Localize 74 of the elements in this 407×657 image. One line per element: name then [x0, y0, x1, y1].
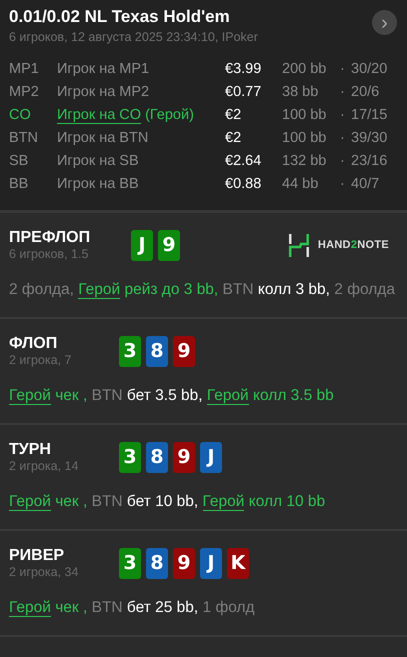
playing-card: 3 [119, 548, 141, 578]
player-stats: 20/6 [351, 83, 380, 102]
player-position: BTN [9, 129, 39, 148]
hand-subtitle: 6 игроков, 12 августа 2025 23:34:10, IPoker [9, 29, 258, 46]
hero-link[interactable]: Герой [206, 387, 249, 405]
player-stack: €0.88 [225, 175, 262, 194]
playing-card: J [131, 230, 153, 260]
playing-card: 8 [146, 336, 168, 366]
separator-dot: · [340, 129, 346, 148]
next-button[interactable]: › [372, 10, 397, 35]
separator-dot: · [340, 83, 346, 102]
player-link[interactable]: Игрок на CO [57, 107, 142, 124]
hero-link[interactable]: Герой [9, 387, 51, 405]
street-info: 2 игрока, 34 [9, 565, 80, 580]
player-position: MP1 [9, 60, 40, 79]
player-big-blinds: 200 bb [282, 60, 328, 79]
street-name: ФЛОП [9, 334, 58, 353]
hero-tag: (Герой) [145, 107, 194, 123]
street-name: РИВЕР [9, 546, 66, 565]
player-stack: €3.99 [225, 60, 262, 79]
player-name: Игрок на BB [57, 176, 139, 192]
playing-card: 9 [173, 336, 195, 366]
player-stats: 17/15 [351, 106, 388, 125]
player-stats: 23/16 [351, 152, 388, 171]
player-big-blinds: 132 bb [282, 152, 328, 171]
separator-dot: · [340, 175, 346, 194]
hero-link[interactable]: Герой [9, 599, 51, 617]
separator-dot: · [340, 106, 346, 125]
playing-card: 9 [173, 548, 195, 578]
player-name: Игрок на MP1 [57, 61, 150, 77]
playing-card: 3 [119, 336, 141, 366]
hero-link[interactable]: Герой [9, 493, 51, 511]
street-name: ПРЕФЛОП [9, 228, 92, 247]
player-stats: 39/30 [351, 129, 388, 148]
player-big-blinds: 44 bb [282, 175, 320, 194]
playing-card: J [200, 548, 222, 578]
player-position: SB [9, 152, 30, 171]
player-position: CO [9, 106, 32, 125]
playing-card: K [227, 548, 249, 578]
action-summary: Герой чек , BTN бет 25 bb, 1 фолд [9, 598, 256, 619]
separator-dot: · [340, 152, 346, 171]
hero-link[interactable]: Герой [202, 493, 244, 511]
player-position: BB [9, 175, 30, 194]
street-info: 6 игроков, 1.5 [9, 247, 90, 262]
player-stats: 40/7 [351, 175, 380, 194]
playing-card: 8 [146, 548, 168, 578]
player-big-blinds: 100 bb [282, 129, 328, 148]
logo-icon [288, 234, 310, 256]
player-name: Игрок на SB [57, 153, 139, 169]
hand-title: 0.01/0.02 NL Texas Hold'em [9, 6, 231, 28]
player-big-blinds: 100 bb [282, 106, 328, 125]
street-name: ТУРН [9, 440, 52, 459]
player-stack: €2 [225, 106, 242, 125]
player-name: Игрок на MP2 [57, 84, 150, 100]
playing-card: 8 [146, 442, 168, 472]
street-info: 2 игрока, 14 [9, 459, 80, 474]
street-info: 2 игрока, 7 [9, 353, 72, 368]
player-big-blinds: 38 bb [282, 83, 320, 102]
player-position: MP2 [9, 83, 40, 102]
action-summary: Герой чек , BTN бет 3.5 bb, Герой колл 3.5 bb [9, 386, 335, 407]
player-stats: 30/20 [351, 60, 388, 79]
action-summary: Герой чек , BTN бет 10 bb, Герой колл 10 bb [9, 492, 326, 513]
playing-card: 3 [119, 442, 141, 472]
player-stack: €2.64 [225, 152, 262, 171]
logo-text: HAND2NOTE [318, 238, 389, 253]
player-name: Игрок на BTN [57, 130, 148, 146]
playing-card: 9 [158, 230, 180, 260]
action-summary: 2 фолда, Герой рейз до 3 bb, BTN колл 3 bb, 2 фолда [9, 280, 396, 301]
playing-card: J [200, 442, 222, 472]
player-stack: €0.77 [225, 83, 262, 102]
player-stack: €2 [225, 129, 242, 148]
separator-dot: · [340, 60, 346, 79]
hero-link[interactable]: Герой [78, 281, 120, 299]
playing-card: 9 [173, 442, 195, 472]
